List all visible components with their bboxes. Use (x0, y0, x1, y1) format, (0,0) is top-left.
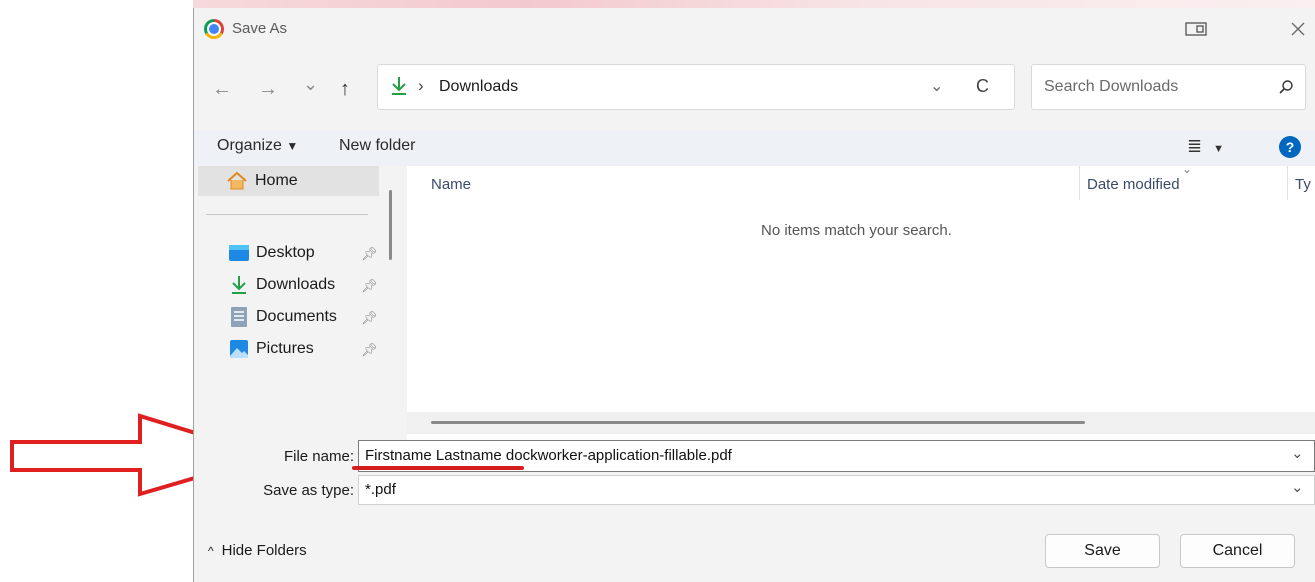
sidebar-item-label: Pictures (256, 340, 314, 357)
save-button[interactable]: Save (1045, 534, 1160, 568)
address-bar[interactable]: › Downloads ⌄ C (377, 64, 1015, 110)
organize-button[interactable]: Organize ▼ (217, 137, 298, 155)
chevron-down-icon[interactable]: ⌄ (1291, 478, 1304, 496)
sidebar-item-downloads[interactable]: Downloads 📌︎ (194, 270, 384, 300)
navigation-pane: Home Desktop 📌︎ Downloads 📌︎ Documents 📌… (194, 166, 384, 456)
sidebar-item-label: Home (255, 172, 298, 189)
pin-icon[interactable]: 📌︎ (361, 310, 378, 326)
horizontal-scrollbar[interactable] (407, 412, 1315, 434)
refresh-icon[interactable]: C (976, 76, 989, 97)
forward-button[interactable]: → (258, 78, 278, 101)
column-header-type[interactable]: Ty (1295, 176, 1311, 193)
column-header-name[interactable]: Name (431, 176, 471, 193)
save-as-type-value[interactable]: *.pdf (365, 481, 396, 498)
download-icon (392, 77, 406, 95)
hide-folders-button[interactable]: ^ Hide Folders (208, 542, 307, 559)
sidebar-item-label: Downloads (256, 276, 336, 293)
sidebar-scrollbar[interactable] (381, 166, 407, 456)
back-button[interactable]: ← (212, 78, 232, 101)
chrome-icon (204, 19, 224, 39)
chevron-down-icon: ▼ (286, 139, 299, 153)
save-as-dialog: Save As ← → ⌄ ↑ › Downloads ⌄ C Search D… (193, 8, 1315, 582)
pictures-icon (230, 340, 248, 358)
search-icon (1279, 80, 1293, 94)
sidebar-divider (206, 214, 368, 215)
sidebar-item-documents[interactable]: Documents 📌︎ (194, 302, 384, 332)
sidebar-item-label: Documents (256, 308, 337, 325)
file-list: Name ⌄ Date modified Ty No items match y… (407, 162, 1315, 456)
save-as-type-select[interactable]: *.pdf ⌄ (358, 475, 1315, 505)
navigation-bar: ← → ⌄ ↑ › Downloads ⌄ C Search Downloads (194, 50, 1315, 130)
breadcrumb-separator: › (418, 76, 424, 95)
help-icon[interactable]: ? (1279, 136, 1301, 158)
command-toolbar: Organize ▼ New folder ≣ ▼ ? (194, 130, 1315, 166)
background-strip (193, 0, 1315, 8)
pin-icon[interactable]: 📌︎ (361, 246, 378, 262)
view-options-icon[interactable]: ≣ ▼ (1187, 136, 1224, 157)
title-bar: Save As (194, 8, 1315, 50)
column-divider (1287, 166, 1288, 200)
document-icon (231, 307, 247, 327)
sidebar-item-pictures[interactable]: Pictures 📌︎ (194, 334, 384, 364)
organize-label: Organize (217, 137, 282, 154)
breadcrumb-downloads[interactable]: Downloads (439, 78, 518, 96)
file-name-value[interactable]: Firstname Lastname dockworker-applicatio… (365, 447, 732, 464)
home-icon (227, 172, 247, 190)
chevron-down-icon[interactable]: ⌄ (1291, 444, 1304, 462)
recent-locations-button[interactable]: ⌄ (303, 74, 318, 95)
chevron-up-icon: ^ (208, 544, 214, 558)
file-name-label: File name: (283, 448, 354, 465)
sidebar-item-desktop[interactable]: Desktop 📌︎ (194, 238, 384, 268)
up-button[interactable]: ↑ (340, 78, 350, 101)
sidebar-scroll-thumb[interactable] (389, 190, 392, 260)
sort-chevron-icon: ⌄ (1182, 162, 1193, 176)
save-as-type-label: Save as type: (263, 482, 354, 499)
column-header-date-modified[interactable]: Date modified (1087, 176, 1180, 193)
sidebar-item-home[interactable]: Home (198, 166, 379, 196)
close-icon[interactable] (1290, 21, 1306, 37)
empty-message: No items match your search. (761, 222, 952, 239)
view-chevron-icon: ▼ (1213, 143, 1224, 155)
column-divider (1079, 166, 1080, 200)
cancel-button[interactable]: Cancel (1180, 534, 1295, 568)
pin-icon[interactable]: 📌︎ (361, 342, 378, 358)
address-dropdown-icon[interactable]: ⌄ (930, 76, 943, 96)
search-box[interactable]: Search Downloads (1031, 64, 1306, 110)
desktop-icon (229, 245, 249, 261)
new-folder-button[interactable]: New folder (339, 137, 415, 155)
search-input[interactable]: Search Downloads (1044, 78, 1178, 96)
horizontal-scroll-thumb[interactable] (431, 421, 1085, 424)
pin-icon[interactable]: 📌︎ (361, 278, 378, 294)
dialog-title: Save As (232, 20, 288, 37)
annotation-underline (352, 466, 524, 470)
window-snap-icon[interactable] (1185, 22, 1207, 36)
sidebar-item-label: Desktop (256, 244, 315, 261)
download-icon (232, 276, 246, 294)
hide-folders-label: Hide Folders (221, 542, 307, 559)
